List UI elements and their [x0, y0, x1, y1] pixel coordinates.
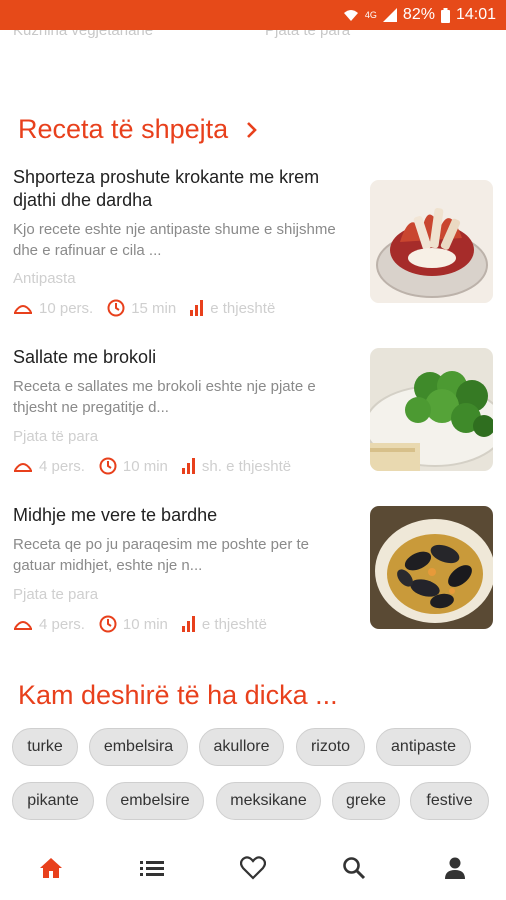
- tag-chip[interactable]: akullore: [199, 728, 284, 766]
- recipe-category: Pjata te para: [13, 586, 99, 603]
- category-strip: Kuzhina vegjetariane Pjata te para: [0, 30, 506, 52]
- tag-chip[interactable]: embelsira: [89, 728, 188, 766]
- difficulty-bars-icon: [181, 616, 195, 632]
- search-icon: [343, 857, 366, 880]
- difficulty-bars-icon: [190, 300, 204, 316]
- recipe-difficulty: e thjeshtë: [201, 615, 267, 633]
- bottom-navigation: [0, 836, 506, 900]
- section-title: Receta të shpejta: [18, 114, 229, 144]
- tag-chip[interactable]: antipaste: [376, 728, 471, 766]
- recipe-servings: 10 pers.: [39, 299, 94, 317]
- recipe-card[interactable]: Sallate me brokoli Receta e sallates me …: [13, 346, 493, 475]
- category-link[interactable]: Pjata te para: [265, 30, 350, 39]
- cravings-header: Kam deshirë të ha dicka ...: [18, 680, 338, 711]
- recipe-title: Shporteza proshute krokante me krem djat…: [13, 167, 320, 210]
- recipe-description: Receta e sallates me brokoli eshte nje p…: [13, 378, 316, 416]
- person-icon: [445, 857, 466, 879]
- clock: 14:01: [455, 6, 496, 23]
- list-icon: [139, 861, 164, 876]
- recipe-servings: 4 pers.: [39, 457, 85, 475]
- quick-recipes-header[interactable]: Receta të shpejta: [18, 114, 258, 145]
- recipe-difficulty: sh. e thjeshtë: [201, 457, 292, 475]
- difficulty-bars-icon: [181, 458, 195, 474]
- nav-favorites[interactable]: [228, 843, 278, 893]
- clock-icon: [107, 299, 125, 317]
- signal-icon: [382, 8, 397, 22]
- recipe-card[interactable]: Midhje me vere te bardhe Receta qe po ju…: [13, 504, 493, 633]
- recipe-time: 10 min: [122, 615, 168, 633]
- network-type: 4G: [364, 10, 377, 20]
- tag-chip[interactable]: festive: [410, 782, 489, 820]
- serving-dish-icon: [14, 621, 32, 630]
- tag-chip[interactable]: embelsire: [106, 782, 204, 820]
- recipe-meta: 10 pers. 15 min e thjeshtë: [13, 299, 289, 317]
- recipe-description: Kjo recete eshte nje antipaste shume e s…: [13, 221, 336, 259]
- battery-percent: 82%: [402, 6, 435, 23]
- clock-icon: [99, 615, 117, 633]
- recipe-meta: 4 pers. 10 min sh. e thjeshtë: [13, 457, 305, 475]
- category-link[interactable]: Kuzhina vegjetariane: [13, 30, 153, 39]
- tag-chip[interactable]: pikante: [12, 782, 94, 820]
- recipe-category: Pjata të para: [13, 428, 99, 445]
- recipe-title: Sallate me brokoli: [13, 347, 157, 367]
- battery-icon: [440, 7, 450, 23]
- prosciutto-baskets-photo: [370, 180, 493, 303]
- recipe-servings: 4 pers.: [39, 615, 85, 633]
- nav-home[interactable]: [26, 843, 76, 893]
- recipe-title: Midhje me vere te bardhe: [13, 505, 218, 525]
- clock-icon: [99, 457, 117, 475]
- mussels-photo: [370, 506, 493, 629]
- serving-dish-icon: [14, 463, 32, 472]
- recipe-card[interactable]: Shporteza proshute krokante me krem djat…: [13, 166, 493, 317]
- nav-search[interactable]: [329, 843, 379, 893]
- broccoli-salad-photo: [370, 348, 493, 471]
- nav-profile[interactable]: [430, 843, 480, 893]
- serving-dish-icon: [14, 305, 32, 314]
- home-icon: [39, 858, 62, 878]
- wifi-icon: [343, 10, 358, 21]
- heart-icon: [239, 856, 266, 880]
- recipe-difficulty: e thjeshtë: [210, 299, 276, 317]
- section-title: Kam deshirë të ha dicka ...: [18, 680, 338, 710]
- recipe-description: Receta qe po ju paraqesim me poshte per …: [13, 536, 310, 574]
- recipe-meta: 4 pers. 10 min e thjeshtë: [13, 615, 281, 633]
- chevron-right-icon: [247, 121, 257, 138]
- recipe-time: 15 min: [131, 299, 177, 317]
- tag-chip[interactable]: meksikane: [216, 782, 321, 820]
- status-bar: 4G 82% 14:01: [0, 0, 506, 30]
- tag-chip[interactable]: rizoto: [296, 728, 365, 766]
- recipe-category: Antipasta: [13, 270, 76, 287]
- tag-chip[interactable]: greke: [332, 782, 400, 820]
- nav-list[interactable]: [127, 843, 177, 893]
- recipe-time: 10 min: [122, 457, 168, 475]
- tag-chip[interactable]: turke: [12, 728, 78, 766]
